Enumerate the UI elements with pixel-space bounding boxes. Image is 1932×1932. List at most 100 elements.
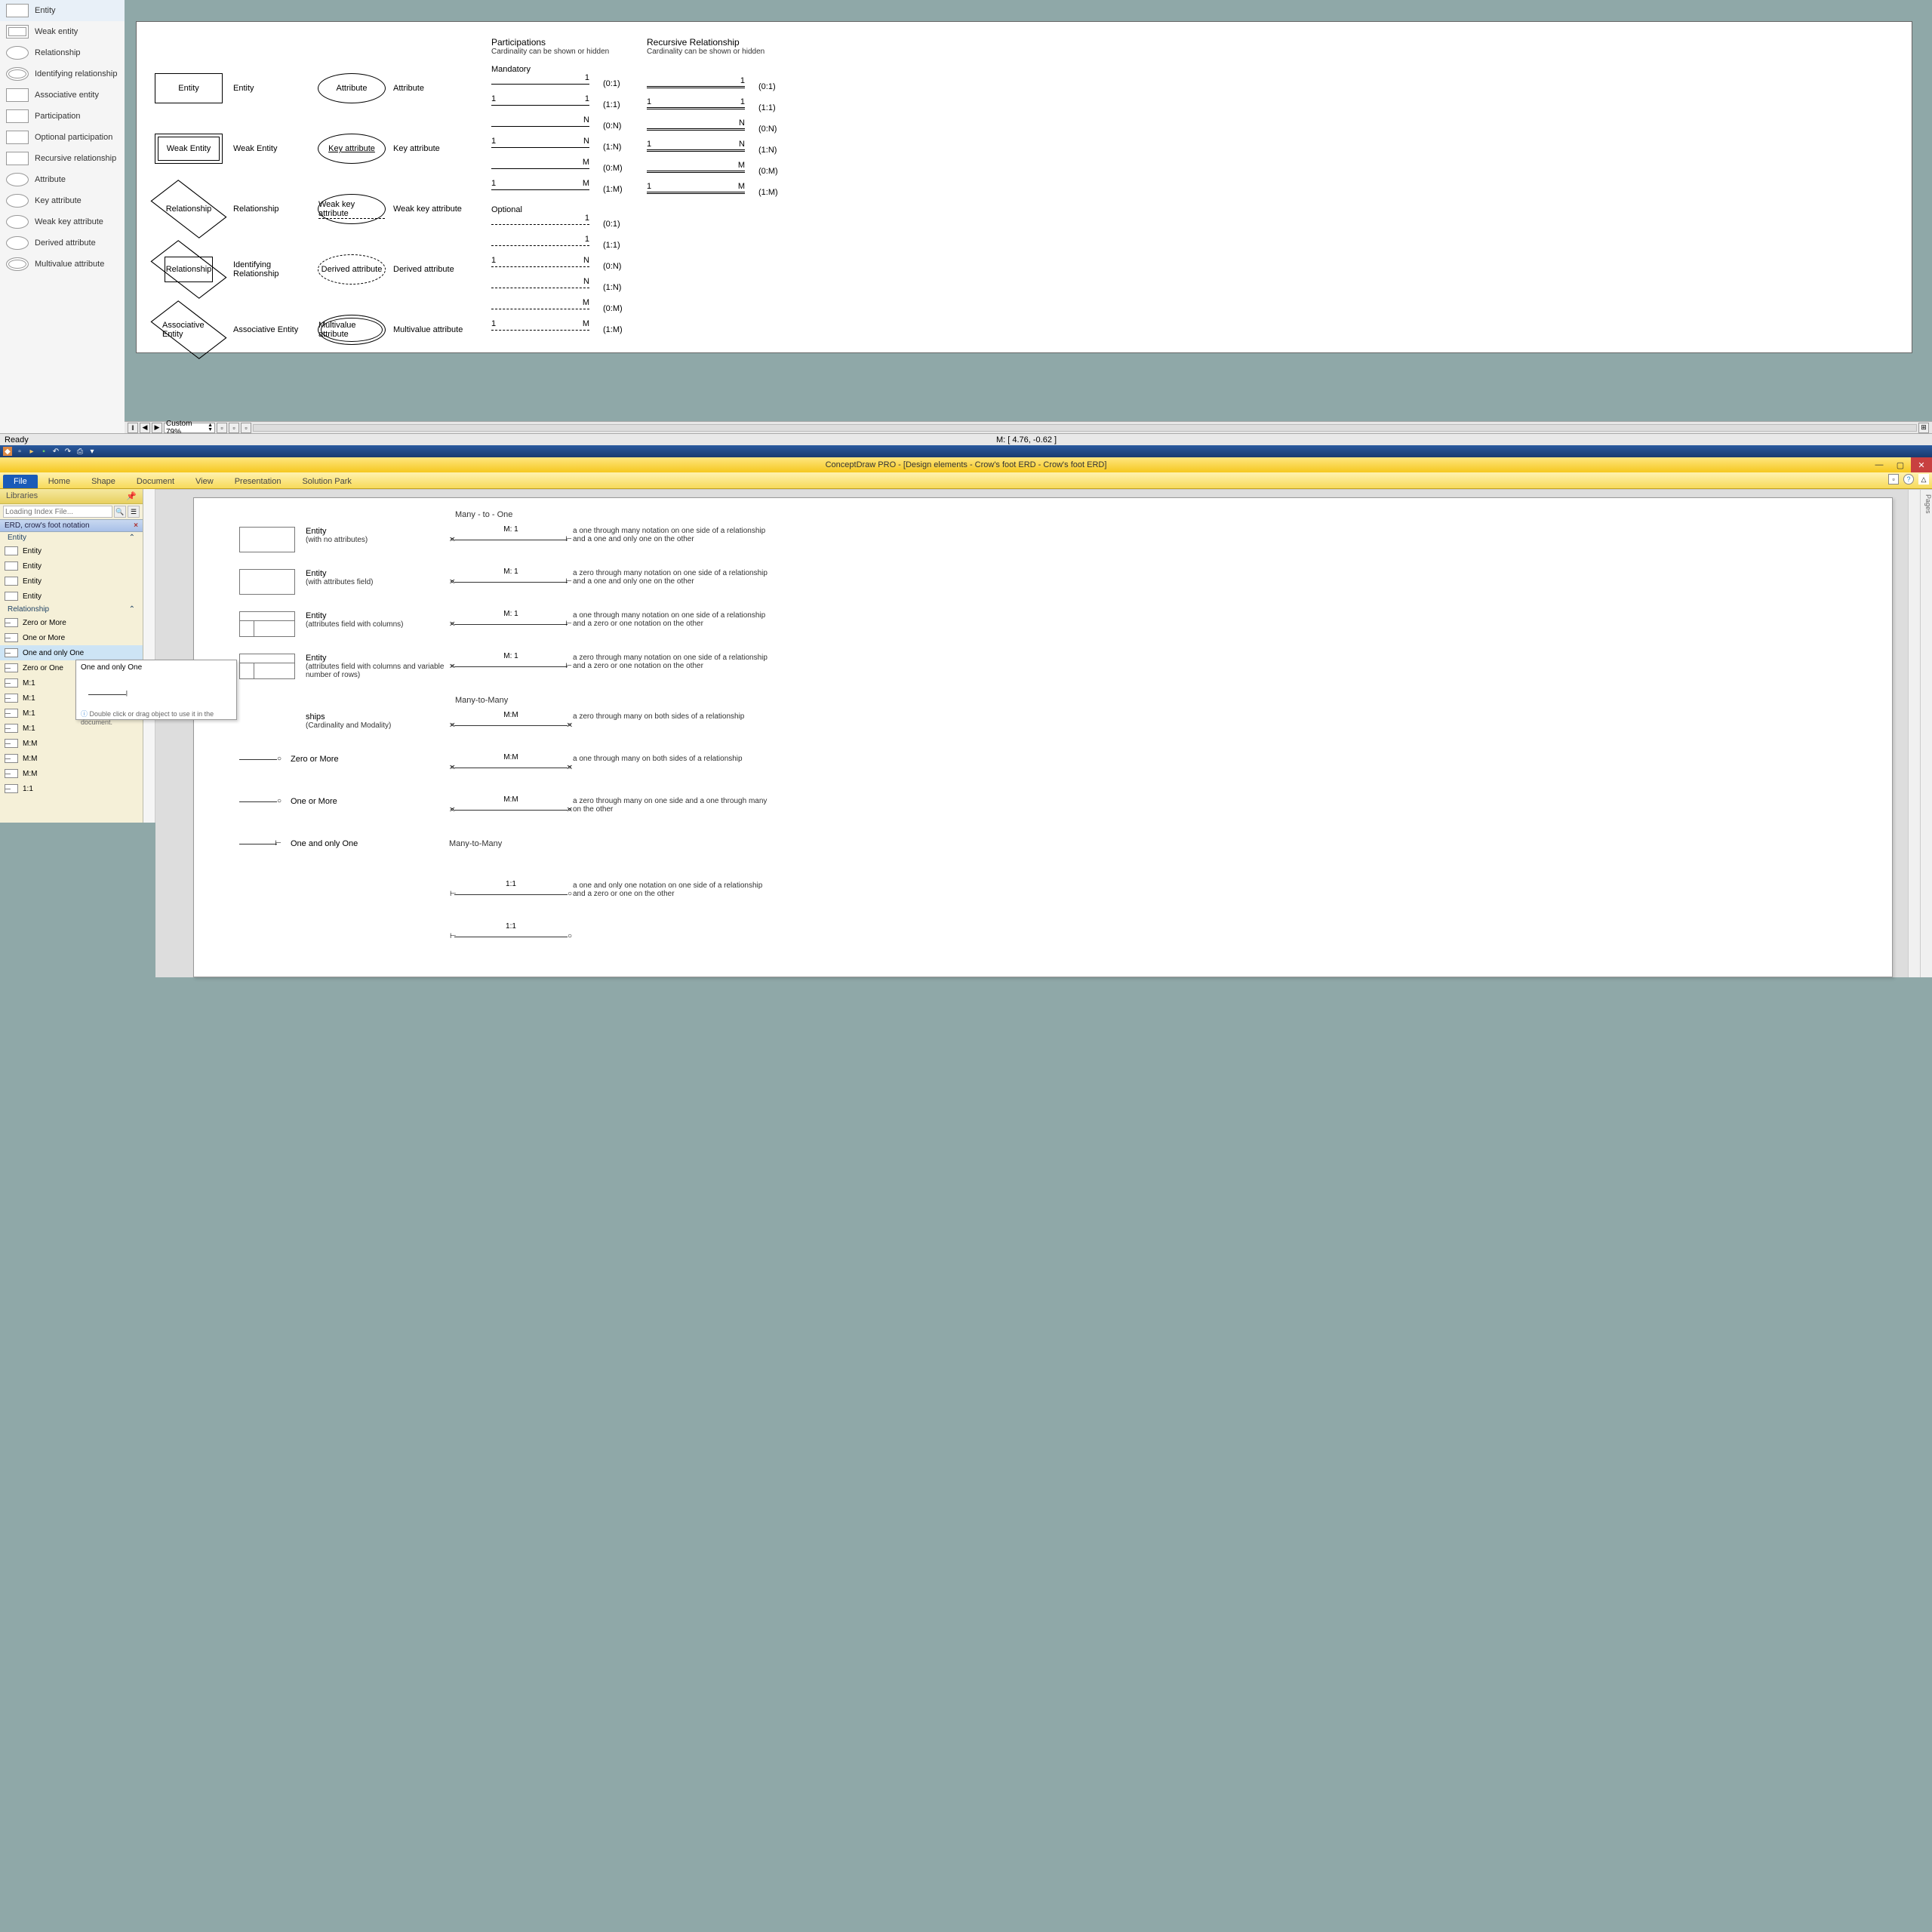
erd-shape[interactable]: Relationship	[162, 194, 215, 224]
palette-item[interactable]: Entity	[0, 0, 125, 21]
library-category[interactable]: ERD, crow's foot notation ×	[0, 519, 143, 532]
relation-line[interactable]: ⪤⊢	[454, 624, 568, 625]
cardinality-line[interactable]: 1(1:1)	[491, 240, 642, 251]
close-category-icon[interactable]: ×	[134, 521, 138, 530]
more-icon[interactable]: ▾	[88, 447, 97, 456]
zoom-field[interactable]: Custom 79%▲▼	[164, 423, 215, 433]
relation-sample-line[interactable]: ○	[239, 801, 277, 802]
cardinality-line[interactable]: 1N(1:N)	[491, 142, 642, 152]
undo-icon[interactable]: ↶	[51, 447, 60, 456]
close-button[interactable]: ✕	[1911, 457, 1932, 472]
library-shape-item[interactable]: Entity	[0, 543, 143, 558]
minimize-button[interactable]: —	[1869, 457, 1890, 472]
library-shape-item[interactable]: —M:M	[0, 766, 143, 781]
cardinality-line[interactable]: 1M(1:M)	[491, 325, 642, 335]
entity-shape[interactable]	[239, 611, 295, 637]
cardinality-line[interactable]: N(0:N)	[647, 124, 798, 134]
cardinality-line[interactable]: 1(0:1)	[647, 82, 798, 92]
cardinality-line[interactable]: N(0:N)	[491, 121, 642, 131]
relation-line[interactable]: ⪤⪤	[454, 725, 568, 726]
relation-line[interactable]: ⪤⊢	[454, 666, 568, 667]
erd-attribute-shape[interactable]: Weak key attribute	[318, 194, 386, 224]
cardinality-line[interactable]: M(0:M)	[491, 163, 642, 174]
ribbon-tab[interactable]: Shape	[81, 475, 126, 488]
palette-item[interactable]: Key attribute	[0, 190, 125, 211]
palette-item[interactable]: Associative entity	[0, 85, 125, 106]
library-shape-item[interactable]: Entity	[0, 558, 143, 574]
cardinality-line[interactable]: M(0:M)	[491, 303, 642, 314]
print-icon[interactable]: ⎙	[75, 447, 85, 456]
erd-shape[interactable]: Weak Entity	[155, 134, 223, 164]
scroll-left-icon[interactable]: ◀	[140, 423, 150, 433]
pages-tab[interactable]: Pages	[1920, 490, 1932, 977]
pin-icon[interactable]: 📌	[126, 491, 137, 501]
scrollbar-track[interactable]	[253, 424, 1917, 432]
presentation-icon[interactable]: ▫	[1888, 474, 1899, 485]
ribbon-tab[interactable]: Presentation	[224, 475, 292, 488]
redo-icon[interactable]: ↷	[63, 447, 72, 456]
cardinality-line[interactable]: M(0:M)	[647, 166, 798, 177]
erd-attribute-shape[interactable]: Attribute	[318, 73, 386, 103]
new-icon[interactable]: ▫	[15, 447, 24, 456]
app-icon[interactable]: ◆	[3, 447, 12, 456]
erd-shape[interactable]: Relationship	[162, 254, 215, 285]
library-shape-item[interactable]: —1:1	[0, 781, 143, 796]
entity-shape[interactable]	[239, 569, 295, 595]
page-nav-icon[interactable]: ▫	[217, 423, 227, 433]
palette-item[interactable]: Multivalue attribute	[0, 254, 125, 275]
horizontal-scroll-bar[interactable]: ‖ ◀ ▶ Custom 79%▲▼ ▫ ▫ ▫ ⊞	[125, 421, 1932, 433]
relation-line[interactable]: ⊢○	[454, 894, 568, 895]
ribbon-tab[interactable]: View	[185, 475, 224, 488]
open-icon[interactable]: ▸	[27, 447, 36, 456]
library-shape-item[interactable]: Entity	[0, 589, 143, 604]
document-canvas[interactable]: Many - to - OneEntity(with no attributes…	[193, 497, 1893, 977]
palette-item[interactable]: Attribute	[0, 169, 125, 190]
collapse-ribbon-icon[interactable]: △	[1918, 474, 1929, 485]
relation-line[interactable]: ⪤⪤	[454, 810, 568, 811]
cardinality-line[interactable]: 1M(1:M)	[647, 187, 798, 198]
palette-item[interactable]: Weak entity	[0, 21, 125, 42]
relation-sample-line[interactable]: ○	[239, 759, 277, 760]
palette-item[interactable]: Participation	[0, 106, 125, 127]
page-nav-icon[interactable]: ▫	[241, 423, 251, 433]
help-icon[interactable]: ?	[1903, 474, 1914, 485]
palette-item[interactable]: Recursive relationship	[0, 148, 125, 169]
cardinality-line[interactable]: 1(0:1)	[491, 219, 642, 229]
erd-shape[interactable]: Entity	[155, 73, 223, 103]
ribbon-tab[interactable]: Document	[126, 475, 185, 488]
library-shape-item[interactable]: —One and only One	[0, 645, 143, 660]
fit-icon[interactable]: ⊞	[1918, 423, 1929, 433]
scroll-right-icon[interactable]: ▶	[152, 423, 162, 433]
erd-attribute-shape[interactable]: Derived attribute	[318, 254, 386, 285]
cardinality-line[interactable]: 1M(1:M)	[491, 184, 642, 195]
cardinality-line[interactable]: N(1:N)	[491, 282, 642, 293]
browse-button[interactable]: ☰	[128, 506, 140, 518]
library-shape-item[interactable]: —M:M	[0, 751, 143, 766]
relationship-group[interactable]: Relationship⌃	[0, 604, 143, 615]
page-nav-icon[interactable]: ▫	[229, 423, 239, 433]
file-tab[interactable]: File	[3, 475, 38, 488]
palette-item[interactable]: Optional participation	[0, 127, 125, 148]
collapse-icon[interactable]: ⌃	[129, 534, 135, 542]
erd-attribute-shape[interactable]: Key attribute	[318, 134, 386, 164]
library-shape-item[interactable]: Entity	[0, 574, 143, 589]
palette-item[interactable]: Identifying relationship	[0, 63, 125, 85]
entity-group[interactable]: Entity⌃	[0, 532, 143, 543]
ribbon-tab[interactable]: Solution Park	[291, 475, 361, 488]
palette-item[interactable]: Derived attribute	[0, 232, 125, 254]
library-shape-item[interactable]: —One or More	[0, 630, 143, 645]
stepper-icon[interactable]: ▲▼	[208, 423, 213, 432]
save-icon[interactable]: ▪	[39, 447, 48, 456]
palette-item[interactable]: Weak key attribute	[0, 211, 125, 232]
cardinality-line[interactable]: 11(1:1)	[647, 103, 798, 113]
collapse-icon[interactable]: ⌃	[129, 605, 135, 614]
library-shape-item[interactable]: —M:M	[0, 736, 143, 751]
canvas[interactable]: EntityEntityAttributeAttributeWeak Entit…	[136, 21, 1912, 353]
search-input[interactable]	[3, 506, 112, 518]
cardinality-line[interactable]: 1(0:1)	[491, 78, 642, 89]
scroll-pause-icon[interactable]: ‖	[128, 423, 138, 433]
cardinality-line[interactable]: 11(1:1)	[491, 100, 642, 110]
erd-attribute-shape[interactable]: Multivalue attribute	[318, 315, 386, 345]
palette-item[interactable]: Relationship	[0, 42, 125, 63]
relation-line[interactable]: ⪤⊢	[454, 582, 568, 583]
